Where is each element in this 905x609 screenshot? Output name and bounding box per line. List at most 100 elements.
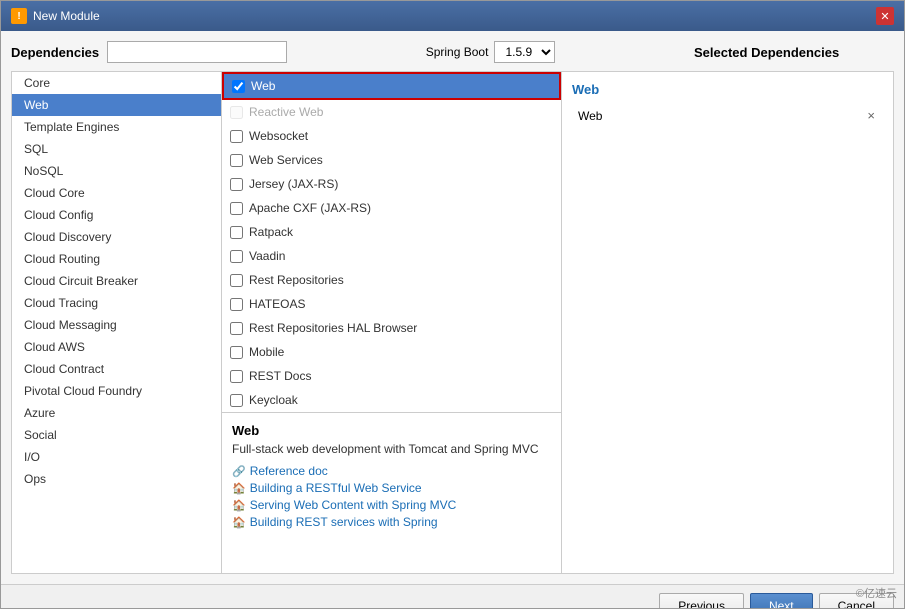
dep-item-jersey[interactable]: Jersey (JAX-RS) [222,172,561,196]
dep-label-rest-docs: REST Docs [249,369,311,383]
sidebar-item-core[interactable]: Core [12,72,221,94]
window-title: New Module [33,9,100,23]
sidebar-item-cloud-routing[interactable]: Cloud Routing [12,248,221,270]
desc-title: Web [232,423,551,438]
dependency-list: Web Reactive Web Websocket [222,72,561,413]
sidebar-item-cloud-tracing[interactable]: Cloud Tracing [12,292,221,314]
dep-checkbox-web-services[interactable] [230,154,243,167]
sidebar-item-cloud-circuit[interactable]: Cloud Circuit Breaker [12,270,221,292]
description-panel: Web Full-stack web development with Tomc… [222,413,561,573]
app-icon: ! [11,8,27,24]
dep-label-ratpack: Ratpack [249,225,293,239]
selected-category-label: Web [572,82,883,97]
main-panel: Core Web Template Engines SQL NoSQL Clou… [11,71,894,574]
dep-item-web-services[interactable]: Web Services [222,148,561,172]
category-list: Core Web Template Engines SQL NoSQL Clou… [12,72,222,573]
selected-deps-header: Selected Dependencies [694,45,894,60]
dep-label-apache-cxf: Apache CXF (JAX-RS) [249,201,371,215]
sidebar-item-azure[interactable]: Azure [12,402,221,424]
dep-label-jersey: Jersey (JAX-RS) [249,177,338,191]
ref-doc-label: Reference doc [250,464,328,478]
dep-item-apache-cxf[interactable]: Apache CXF (JAX-RS) [222,196,561,220]
sidebar-item-cloud-discovery[interactable]: Cloud Discovery [12,226,221,248]
dep-checkbox-rest-docs[interactable] [230,370,243,383]
dep-checkbox-rest-repos-hal[interactable] [230,322,243,335]
dep-label-rest-repos-hal: Rest Repositories HAL Browser [249,321,417,335]
sidebar-item-cloud-messaging[interactable]: Cloud Messaging [12,314,221,336]
dep-label-rest-repos: Rest Repositories [249,273,344,287]
sidebar-item-cloud-core[interactable]: Cloud Core [12,182,221,204]
dep-checkbox-jersey[interactable] [230,178,243,191]
spring-boot-label: Spring Boot [426,45,489,59]
sidebar-item-io[interactable]: I/O [12,446,221,468]
dep-item-vaadin[interactable]: Vaadin [222,244,561,268]
dep-label-web-services: Web Services [249,153,323,167]
dependency-list-panel: Web Reactive Web Websocket [222,72,562,573]
spring-boot-selector: Spring Boot 1.5.9 2.0.0 1.5.8 [426,41,556,63]
build-rest-label: Building REST services with Spring [250,515,438,529]
desc-text: Full-stack web development with Tomcat a… [232,442,551,456]
watermark: ©亿速云 [856,585,897,601]
dep-checkbox-vaadin[interactable] [230,250,243,263]
dep-item-ratpack[interactable]: Ratpack [222,220,561,244]
dep-checkbox-web[interactable] [232,80,245,93]
content-area: Dependencies Spring Boot 1.5.9 2.0.0 1.5… [1,31,904,584]
dep-checkbox-mobile[interactable] [230,346,243,359]
dep-label-keycloak: Keycloak [249,393,298,407]
sidebar-item-template[interactable]: Template Engines [12,116,221,138]
sidebar-item-cloud-contract[interactable]: Cloud Contract [12,358,221,380]
dep-label-websocket: Websocket [249,129,308,143]
serving-web-link[interactable]: 🏠 Serving Web Content with Spring MVC [232,498,551,512]
dep-label-hateoas: HATEOAS [249,297,305,311]
sidebar-item-sql[interactable]: SQL [12,138,221,160]
dep-item-reactive-web[interactable]: Reactive Web [222,100,561,124]
serving-web-icon: 🏠 [232,499,246,512]
dep-item-websocket[interactable]: Websocket [222,124,561,148]
dep-checkbox-hateoas[interactable] [230,298,243,311]
remove-web-button[interactable]: × [865,108,877,123]
selected-deps-panel: Web Web × [562,72,893,573]
sidebar-item-nosql[interactable]: NoSQL [12,160,221,182]
dep-label-vaadin: Vaadin [249,249,285,263]
dep-checkbox-reactive-web[interactable] [230,106,243,119]
dep-item-hateoas[interactable]: HATEOAS [222,292,561,316]
serving-web-label: Serving Web Content with Spring MVC [250,498,457,512]
dep-label-reactive-web: Reactive Web [249,105,323,119]
deps-label: Dependencies [11,45,99,60]
sidebar-item-cloud-config[interactable]: Cloud Config [12,204,221,226]
dep-item-mobile[interactable]: Mobile [222,340,561,364]
dep-checkbox-ratpack[interactable] [230,226,243,239]
selected-item-web: Web × [572,105,883,126]
new-module-dialog: ! New Module ✕ Dependencies Spring Boot … [0,0,905,609]
dep-checkbox-keycloak[interactable] [230,394,243,407]
previous-button[interactable]: Previous [659,593,744,609]
dep-label-mobile: Mobile [249,345,284,359]
dep-item-rest-docs[interactable]: REST Docs [222,364,561,388]
dep-item-rest-repos[interactable]: Rest Repositories [222,268,561,292]
sidebar-item-cloud-aws[interactable]: Cloud AWS [12,336,221,358]
title-bar: ! New Module ✕ [1,1,904,31]
dep-checkbox-apache-cxf[interactable] [230,202,243,215]
dep-checkbox-websocket[interactable] [230,130,243,143]
dep-label-web: Web [251,79,275,93]
dep-item-rest-repos-hal[interactable]: Rest Repositories HAL Browser [222,316,561,340]
ref-doc-link[interactable]: 🔗 Reference doc [232,464,551,478]
selected-item-label: Web [578,109,602,123]
sidebar-item-social[interactable]: Social [12,424,221,446]
dep-checkbox-rest-repos[interactable] [230,274,243,287]
footer: Previous Next Cancel [1,584,904,609]
dep-item-keycloak[interactable]: Keycloak [222,388,561,412]
sidebar-item-ops[interactable]: Ops [12,468,221,490]
build-restful-icon: 🏠 [232,482,246,495]
build-restful-link[interactable]: 🏠 Building a RESTful Web Service [232,481,551,495]
search-input[interactable] [107,41,287,63]
close-button[interactable]: ✕ [876,7,894,25]
header-left: Dependencies [11,41,287,63]
build-rest-link[interactable]: 🏠 Building REST services with Spring [232,515,551,529]
sidebar-item-web[interactable]: Web [12,94,221,116]
sidebar-item-pivotal[interactable]: Pivotal Cloud Foundry [12,380,221,402]
dep-item-web[interactable]: Web [222,72,561,100]
window-controls: ✕ [876,7,894,25]
next-button[interactable]: Next [750,593,813,609]
spring-boot-version-select[interactable]: 1.5.9 2.0.0 1.5.8 [494,41,555,63]
